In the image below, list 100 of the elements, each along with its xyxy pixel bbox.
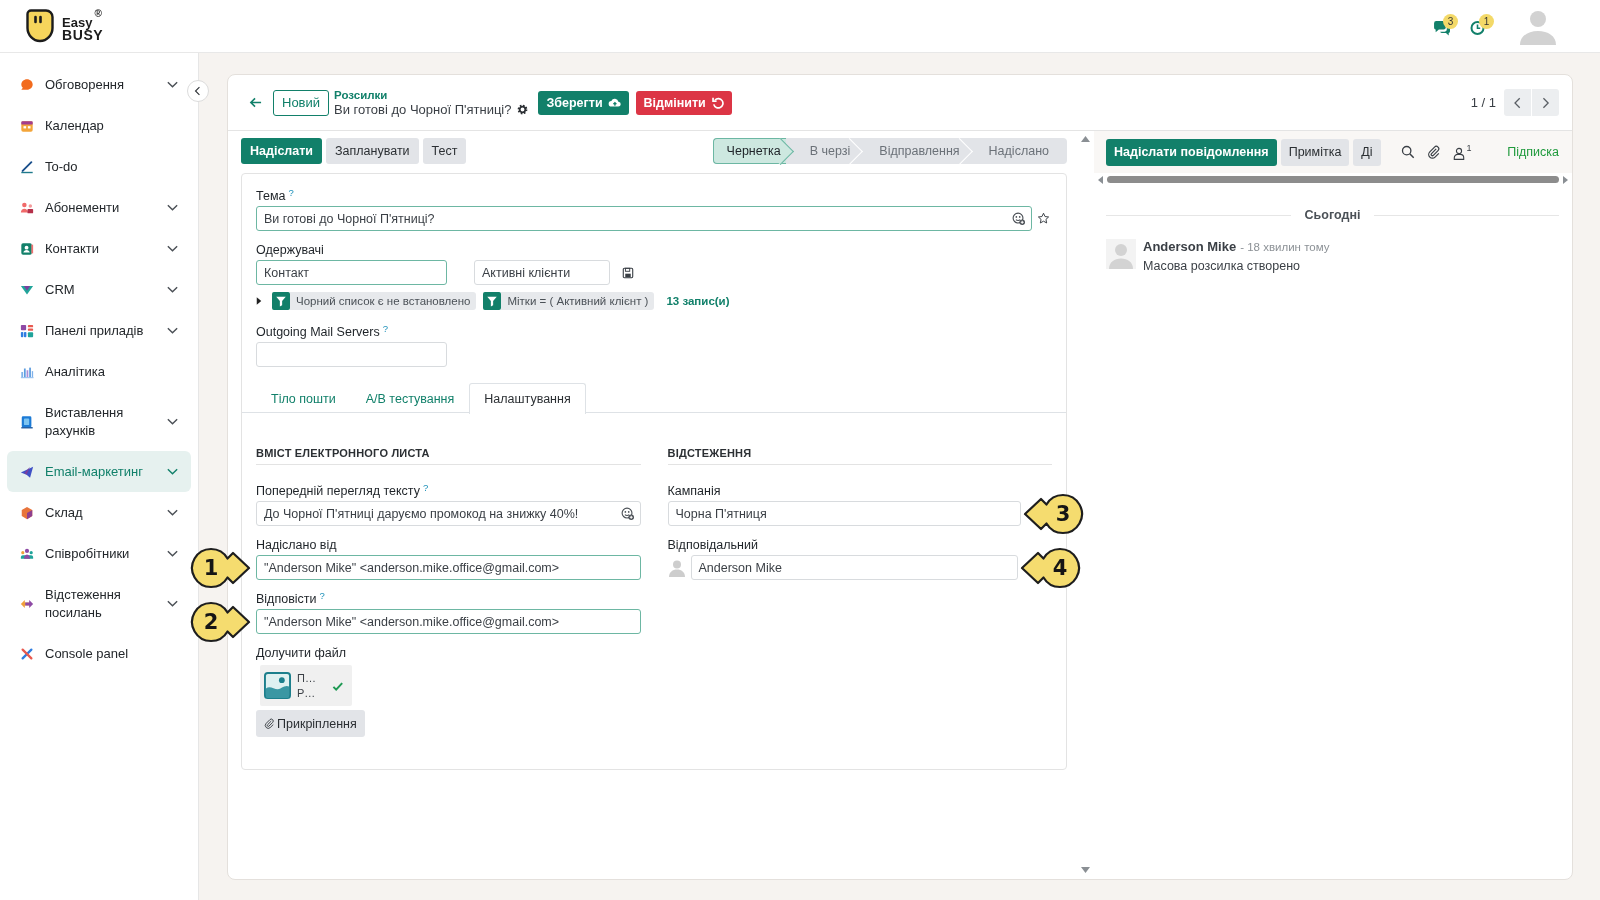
sidebar-item[interactable]: Календар bbox=[7, 105, 191, 146]
speech-bubble-icon bbox=[20, 77, 34, 92]
field-label: Outgoing Mail Servers bbox=[256, 324, 380, 340]
chatter-button[interactable]: Ді bbox=[1353, 138, 1381, 166]
section-heading: ВІДСТЕЖЕННЯ bbox=[667, 446, 1052, 465]
number-callout: 4 bbox=[1020, 545, 1082, 590]
smiley-icon[interactable] bbox=[1012, 212, 1025, 225]
record-count-link[interactable]: 13 запис(и) bbox=[666, 294, 730, 307]
sidebar-item[interactable]: Склад bbox=[7, 492, 191, 533]
sidebar-item[interactable]: Console panel bbox=[7, 633, 191, 674]
attach-button[interactable]: Прикріплення bbox=[256, 710, 365, 737]
help-mark[interactable]: ? bbox=[288, 188, 294, 198]
logo-icon bbox=[26, 9, 54, 43]
text-field[interactable]: Чорна П'ятниця bbox=[667, 501, 1021, 526]
gear-icon[interactable] bbox=[517, 103, 529, 115]
chatter-button[interactable]: Примітка bbox=[1280, 138, 1350, 166]
arrow-left-icon[interactable] bbox=[249, 96, 262, 109]
notification-count: 1 bbox=[1479, 14, 1494, 29]
sidebar-item[interactable]: Email-маркетинг bbox=[7, 451, 191, 492]
caret-right-icon[interactable] bbox=[256, 295, 262, 306]
number-callout: 1 bbox=[189, 545, 251, 590]
text-field[interactable]: Ви готові до Чорної П'ятниці? bbox=[256, 206, 1032, 231]
next-button[interactable] bbox=[1532, 89, 1559, 116]
sidebar-item[interactable]: Контакти bbox=[7, 228, 191, 269]
contact-card-icon bbox=[20, 241, 34, 256]
chatter-button[interactable]: Надіслати повідомлення bbox=[1106, 138, 1277, 166]
field-label: Відповісти bbox=[256, 591, 317, 607]
field-label: Попередній перегляд тексту bbox=[256, 483, 420, 499]
file-name: П… bbox=[297, 670, 316, 686]
follower-count: 1 bbox=[1466, 143, 1472, 153]
paperclip-icon bbox=[264, 718, 275, 729]
help-mark[interactable]: ? bbox=[422, 483, 429, 493]
text-field[interactable]: До Чорної П'ятниці даруємо промокод на знижку 40%! bbox=[256, 501, 641, 526]
text-field[interactable]: Anderson Mike bbox=[690, 555, 1018, 580]
person-icon[interactable] bbox=[1452, 146, 1465, 161]
discard-button[interactable]: Відмінити bbox=[635, 90, 732, 115]
text-field[interactable]: "Anderson Mike" <anderson.mike.office@gmail.com> bbox=[256, 609, 641, 634]
action-button[interactable]: Надіслати bbox=[241, 137, 323, 164]
breadcrumb-link[interactable]: Розсилки bbox=[334, 88, 512, 102]
scroll-left-icon[interactable] bbox=[1098, 175, 1103, 184]
sidebar-item[interactable]: To-do bbox=[7, 146, 191, 187]
paper-plane-icon bbox=[20, 464, 34, 479]
scroll-right-icon[interactable] bbox=[1563, 175, 1568, 184]
field-label: Тема bbox=[256, 188, 286, 204]
smiley-icon[interactable] bbox=[620, 507, 634, 520]
paperclip-icon[interactable] bbox=[1426, 145, 1441, 159]
help-mark[interactable]: ? bbox=[319, 591, 325, 601]
save-button[interactable]: Зберегти bbox=[538, 90, 629, 115]
people-icon bbox=[20, 200, 34, 215]
status-stage[interactable]: Відправлення bbox=[868, 137, 978, 164]
notebook-tab[interactable]: Тіло пошти bbox=[256, 383, 351, 413]
text-field[interactable]: "Anderson Mike" <anderson.mike.office@gmail.com> bbox=[256, 555, 641, 580]
group-icon bbox=[20, 546, 34, 561]
help-mark[interactable]: ? bbox=[382, 324, 388, 334]
clock-icon[interactable] bbox=[1469, 20, 1486, 36]
record-title: Ви готові до Чорної П'ятниці? bbox=[334, 101, 512, 117]
status-stage[interactable]: Чернетка bbox=[712, 137, 799, 164]
text-field[interactable] bbox=[256, 342, 447, 367]
section-heading: ВМІСТ ЕЛЕКТРОННОГО ЛИСТА bbox=[256, 446, 641, 465]
scrollbar-thumb[interactable] bbox=[1107, 176, 1559, 183]
action-button[interactable]: Тест bbox=[422, 137, 467, 164]
notebook-tab[interactable]: А/В тестування bbox=[350, 383, 470, 413]
file-type: P… bbox=[297, 685, 316, 701]
star-icon[interactable] bbox=[1037, 212, 1050, 225]
crossed-tools-icon bbox=[20, 646, 34, 661]
action-button[interactable]: Запланувати bbox=[326, 137, 419, 164]
new-button[interactable]: Новий bbox=[273, 89, 330, 116]
field-label: Надіслано від bbox=[256, 537, 337, 553]
status-stage[interactable]: В черзі bbox=[798, 137, 869, 164]
sidebar-item[interactable]: Панелі приладів bbox=[7, 310, 191, 351]
attachment-card[interactable]: П… P… bbox=[260, 665, 352, 706]
number-callout: 2 bbox=[189, 599, 251, 644]
scroll-down-icon[interactable] bbox=[1080, 867, 1090, 873]
follow-link[interactable]: Підписка bbox=[1507, 145, 1559, 159]
calendar-icon bbox=[20, 118, 34, 133]
notification-count: 3 bbox=[1443, 14, 1458, 29]
sidebar-item[interactable]: Співробітники bbox=[7, 533, 191, 574]
user-avatar-icon bbox=[1106, 239, 1136, 269]
filter-icon bbox=[483, 291, 502, 310]
field-label: Відповідальний bbox=[667, 537, 758, 553]
field-label: Одержувачі bbox=[256, 242, 324, 258]
document-icon bbox=[20, 414, 34, 429]
logo-wordmark: Easy ® BUSY bbox=[62, 10, 104, 42]
collapse-sidebar-button[interactable] bbox=[187, 80, 209, 102]
sidebar-item[interactable]: Виставлення рахунків bbox=[7, 392, 191, 451]
status-stage[interactable]: Надіслано bbox=[977, 137, 1067, 164]
chevron-left-icon bbox=[193, 86, 203, 96]
sidebar-item[interactable]: CRM bbox=[7, 269, 191, 310]
field-label: Кампанія bbox=[667, 483, 721, 499]
sidebar-item[interactable]: Абонементи bbox=[7, 187, 191, 228]
search-icon[interactable] bbox=[1400, 145, 1415, 159]
scroll-up-icon[interactable] bbox=[1080, 136, 1090, 142]
sidebar-item[interactable]: Аналітика bbox=[7, 351, 191, 392]
image-file-icon bbox=[264, 672, 291, 699]
sidebar-item[interactable]: Відстеження посилань bbox=[7, 574, 191, 633]
notebook-tab[interactable]: Налаштування bbox=[469, 383, 586, 414]
sidebar-item[interactable]: Обговорення bbox=[7, 64, 191, 105]
undo-icon bbox=[710, 96, 724, 109]
text-field[interactable]: Активні клієнти bbox=[474, 260, 610, 285]
text-field[interactable]: Контакт bbox=[256, 260, 447, 285]
